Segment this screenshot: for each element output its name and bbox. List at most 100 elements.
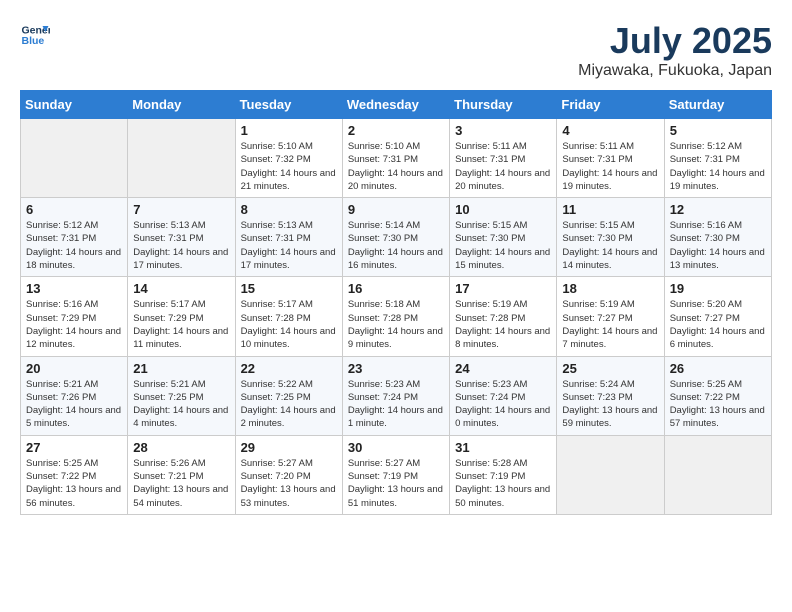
day-number: 27	[26, 440, 122, 455]
calendar-cell: 1 Sunrise: 5:10 AMSunset: 7:32 PMDaylight…	[235, 119, 342, 198]
title-block: July 2025 Miyawaka, Fukuoka, Japan	[578, 20, 772, 80]
calendar-week-5: 27Sunrise: 5:25 AMSunset: 7:22 PMDayligh…	[21, 435, 772, 514]
day-number: 22	[241, 361, 337, 376]
calendar-cell: 13 Sunrise: 5:16 AMSunset: 7:29 PMDayligh…	[21, 277, 128, 356]
day-number: 20	[26, 361, 122, 376]
calendar-header-row: SundayMondayTuesdayWednesdayThursdayFrid…	[21, 91, 772, 119]
calendar-cell: 6 Sunrise: 5:12 AMSunset: 7:31 PMDaylight…	[21, 198, 128, 277]
day-number: 28	[133, 440, 229, 455]
calendar-cell: 2 Sunrise: 5:10 AMSunset: 7:31 PMDaylight…	[342, 119, 449, 198]
day-info: Sunrise: 5:23 AMSunset: 7:24 PMDaylight:…	[455, 378, 551, 431]
calendar-cell	[21, 119, 128, 198]
day-number: 18	[562, 281, 658, 296]
day-number: 8	[241, 202, 337, 217]
calendar-cell: 16 Sunrise: 5:18 AMSunset: 7:28 PMDayligh…	[342, 277, 449, 356]
calendar-week-4: 20 Sunrise: 5:21 AMSunset: 7:26 PMDayligh…	[21, 356, 772, 435]
day-info: Sunrise: 5:21 AMSunset: 7:26 PMDaylight:…	[26, 378, 122, 431]
day-info: Sunrise: 5:13 AMSunset: 7:31 PMDaylight:…	[133, 219, 229, 272]
calendar-cell: 27Sunrise: 5:25 AMSunset: 7:22 PMDayligh…	[21, 435, 128, 514]
column-header-saturday: Saturday	[664, 91, 771, 119]
day-number: 30	[348, 440, 444, 455]
calendar-cell: 18Sunrise: 5:19 AMSunset: 7:27 PMDayligh…	[557, 277, 664, 356]
day-info: Sunrise: 5:25 AMSunset: 7:22 PMDaylight:…	[670, 378, 766, 431]
day-info: Sunrise: 5:24 AMSunset: 7:23 PMDaylight:…	[562, 378, 658, 431]
day-info: Sunrise: 5:10 AMSunset: 7:31 PMDaylight:…	[348, 140, 444, 193]
day-info: Sunrise: 5:27 AMSunset: 7:19 PMDaylight:…	[348, 457, 444, 510]
calendar-cell: 11 Sunrise: 5:15 AMSunset: 7:30 PMDayligh…	[557, 198, 664, 277]
day-info: Sunrise: 5:19 AMSunset: 7:28 PMDaylight:…	[455, 298, 551, 351]
location-subtitle: Miyawaka, Fukuoka, Japan	[578, 62, 772, 80]
calendar-cell: 29 Sunrise: 5:27 AMSunset: 7:20 PMDayligh…	[235, 435, 342, 514]
calendar-cell: 26 Sunrise: 5:25 AMSunset: 7:22 PMDayligh…	[664, 356, 771, 435]
calendar-cell: 25 Sunrise: 5:24 AMSunset: 7:23 PMDayligh…	[557, 356, 664, 435]
calendar-cell: 19 Sunrise: 5:20 AMSunset: 7:27 PMDayligh…	[664, 277, 771, 356]
day-info: Sunrise: 5:16 AMSunset: 7:30 PMDaylight:…	[670, 219, 766, 272]
calendar-cell: 30 Sunrise: 5:27 AMSunset: 7:19 PMDayligh…	[342, 435, 449, 514]
column-header-sunday: Sunday	[21, 91, 128, 119]
day-number: 16	[348, 281, 444, 296]
day-number: 26	[670, 361, 766, 376]
day-number: 19	[670, 281, 766, 296]
calendar-cell: 14 Sunrise: 5:17 AMSunset: 7:29 PMDayligh…	[128, 277, 235, 356]
day-info: Sunrise: 5:12 AMSunset: 7:31 PMDaylight:…	[26, 219, 122, 272]
day-number: 21	[133, 361, 229, 376]
calendar-cell: 22Sunrise: 5:22 AMSunset: 7:25 PMDayligh…	[235, 356, 342, 435]
calendar-cell: 7 Sunrise: 5:13 AMSunset: 7:31 PMDaylight…	[128, 198, 235, 277]
day-number: 15	[241, 281, 337, 296]
day-number: 3	[455, 123, 551, 138]
day-info: Sunrise: 5:17 AMSunset: 7:28 PMDaylight:…	[241, 298, 337, 351]
day-number: 10	[455, 202, 551, 217]
day-info: Sunrise: 5:27 AMSunset: 7:20 PMDaylight:…	[241, 457, 337, 510]
day-number: 5	[670, 123, 766, 138]
day-number: 6	[26, 202, 122, 217]
day-info: Sunrise: 5:28 AMSunset: 7:19 PMDaylight:…	[455, 457, 551, 510]
calendar-cell: 15 Sunrise: 5:17 AMSunset: 7:28 PMDayligh…	[235, 277, 342, 356]
logo-icon: General Blue	[20, 20, 50, 50]
day-info: Sunrise: 5:20 AMSunset: 7:27 PMDaylight:…	[670, 298, 766, 351]
calendar-cell	[557, 435, 664, 514]
day-number: 14	[133, 281, 229, 296]
day-number: 29	[241, 440, 337, 455]
calendar-cell: 21 Sunrise: 5:21 AMSunset: 7:25 PMDayligh…	[128, 356, 235, 435]
calendar-cell	[128, 119, 235, 198]
calendar-cell: 4Sunrise: 5:11 AMSunset: 7:31 PMDaylight…	[557, 119, 664, 198]
page-header: General Blue July 2025 Miyawaka, Fukuoka…	[20, 20, 772, 80]
calendar-cell: 8Sunrise: 5:13 AMSunset: 7:31 PMDaylight…	[235, 198, 342, 277]
day-number: 4	[562, 123, 658, 138]
day-number: 2	[348, 123, 444, 138]
day-number: 11	[562, 202, 658, 217]
calendar-cell: 23Sunrise: 5:23 AMSunset: 7:24 PMDayligh…	[342, 356, 449, 435]
calendar-week-2: 6 Sunrise: 5:12 AMSunset: 7:31 PMDaylight…	[21, 198, 772, 277]
calendar-week-3: 13 Sunrise: 5:16 AMSunset: 7:29 PMDayligh…	[21, 277, 772, 356]
day-number: 13	[26, 281, 122, 296]
logo: General Blue	[20, 20, 50, 50]
day-number: 7	[133, 202, 229, 217]
column-header-thursday: Thursday	[450, 91, 557, 119]
svg-text:Blue: Blue	[22, 35, 45, 47]
calendar-cell: 31Sunrise: 5:28 AMSunset: 7:19 PMDayligh…	[450, 435, 557, 514]
calendar-week-1: 1 Sunrise: 5:10 AMSunset: 7:32 PMDaylight…	[21, 119, 772, 198]
day-info: Sunrise: 5:17 AMSunset: 7:29 PMDaylight:…	[133, 298, 229, 351]
day-number: 17	[455, 281, 551, 296]
day-info: Sunrise: 5:16 AMSunset: 7:29 PMDaylight:…	[26, 298, 122, 351]
day-number: 1	[241, 123, 337, 138]
calendar-cell: 28 Sunrise: 5:26 AMSunset: 7:21 PMDayligh…	[128, 435, 235, 514]
calendar-cell: 10Sunrise: 5:15 AMSunset: 7:30 PMDayligh…	[450, 198, 557, 277]
day-number: 12	[670, 202, 766, 217]
calendar-cell: 17 Sunrise: 5:19 AMSunset: 7:28 PMDayligh…	[450, 277, 557, 356]
calendar-cell: 12 Sunrise: 5:16 AMSunset: 7:30 PMDayligh…	[664, 198, 771, 277]
column-header-monday: Monday	[128, 91, 235, 119]
day-info: Sunrise: 5:15 AMSunset: 7:30 PMDaylight:…	[562, 219, 658, 272]
day-number: 25	[562, 361, 658, 376]
day-info: Sunrise: 5:21 AMSunset: 7:25 PMDaylight:…	[133, 378, 229, 431]
month-year-title: July 2025	[578, 20, 772, 62]
day-info: Sunrise: 5:10 AMSunset: 7:32 PMDaylight:…	[241, 140, 337, 193]
day-info: Sunrise: 5:26 AMSunset: 7:21 PMDaylight:…	[133, 457, 229, 510]
column-header-wednesday: Wednesday	[342, 91, 449, 119]
calendar-cell: 9Sunrise: 5:14 AMSunset: 7:30 PMDaylight…	[342, 198, 449, 277]
day-info: Sunrise: 5:18 AMSunset: 7:28 PMDaylight:…	[348, 298, 444, 351]
column-header-tuesday: Tuesday	[235, 91, 342, 119]
calendar-cell	[664, 435, 771, 514]
day-number: 24	[455, 361, 551, 376]
calendar-table: SundayMondayTuesdayWednesdayThursdayFrid…	[20, 90, 772, 515]
